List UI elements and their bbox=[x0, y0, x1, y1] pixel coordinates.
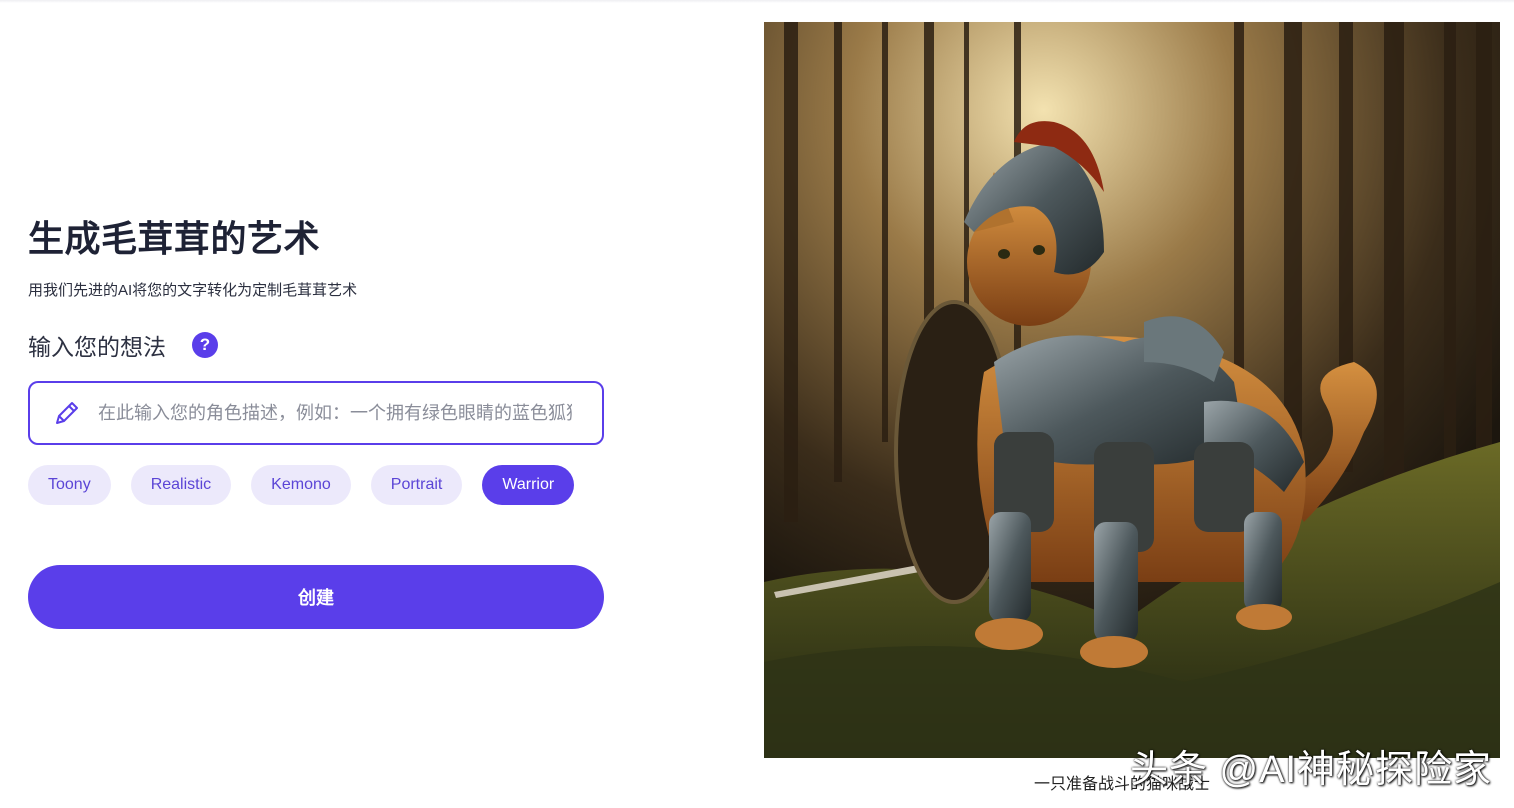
style-chip-group: Toony Realistic Kemono Portrait Warrior bbox=[28, 465, 594, 505]
style-chip-portrait[interactable]: Portrait bbox=[370, 465, 463, 505]
style-chip-kemono[interactable]: Kemono bbox=[251, 465, 351, 505]
generator-panel: 生成毛茸茸的艺术 用我们先进的AI将您的文字转化为定制毛茸茸艺术 输入您的想法 … bbox=[28, 0, 608, 808]
style-chip-toony[interactable]: Toony bbox=[28, 465, 111, 505]
create-button[interactable]: 创建 bbox=[28, 565, 604, 629]
prompt-label-row: 输入您的想法 ? bbox=[28, 330, 218, 360]
page-subtitle: 用我们先进的AI将您的文字转化为定制毛茸茸艺术 bbox=[28, 282, 358, 299]
pencil-icon bbox=[56, 402, 78, 424]
page-title: 生成毛茸茸的艺术 bbox=[28, 218, 321, 259]
warrior-cat-artwork bbox=[764, 22, 1500, 758]
prompt-input-box[interactable] bbox=[28, 381, 604, 445]
style-chip-warrior[interactable]: Warrior bbox=[482, 465, 575, 505]
question-icon[interactable]: ? bbox=[192, 332, 218, 358]
style-chip-realistic[interactable]: Realistic bbox=[130, 465, 232, 505]
watermark: 头条 @AI神秘探险家 bbox=[1130, 749, 1493, 791]
prompt-label: 输入您的想法 bbox=[28, 334, 166, 360]
generated-image bbox=[764, 22, 1500, 758]
prompt-input[interactable] bbox=[96, 401, 574, 425]
